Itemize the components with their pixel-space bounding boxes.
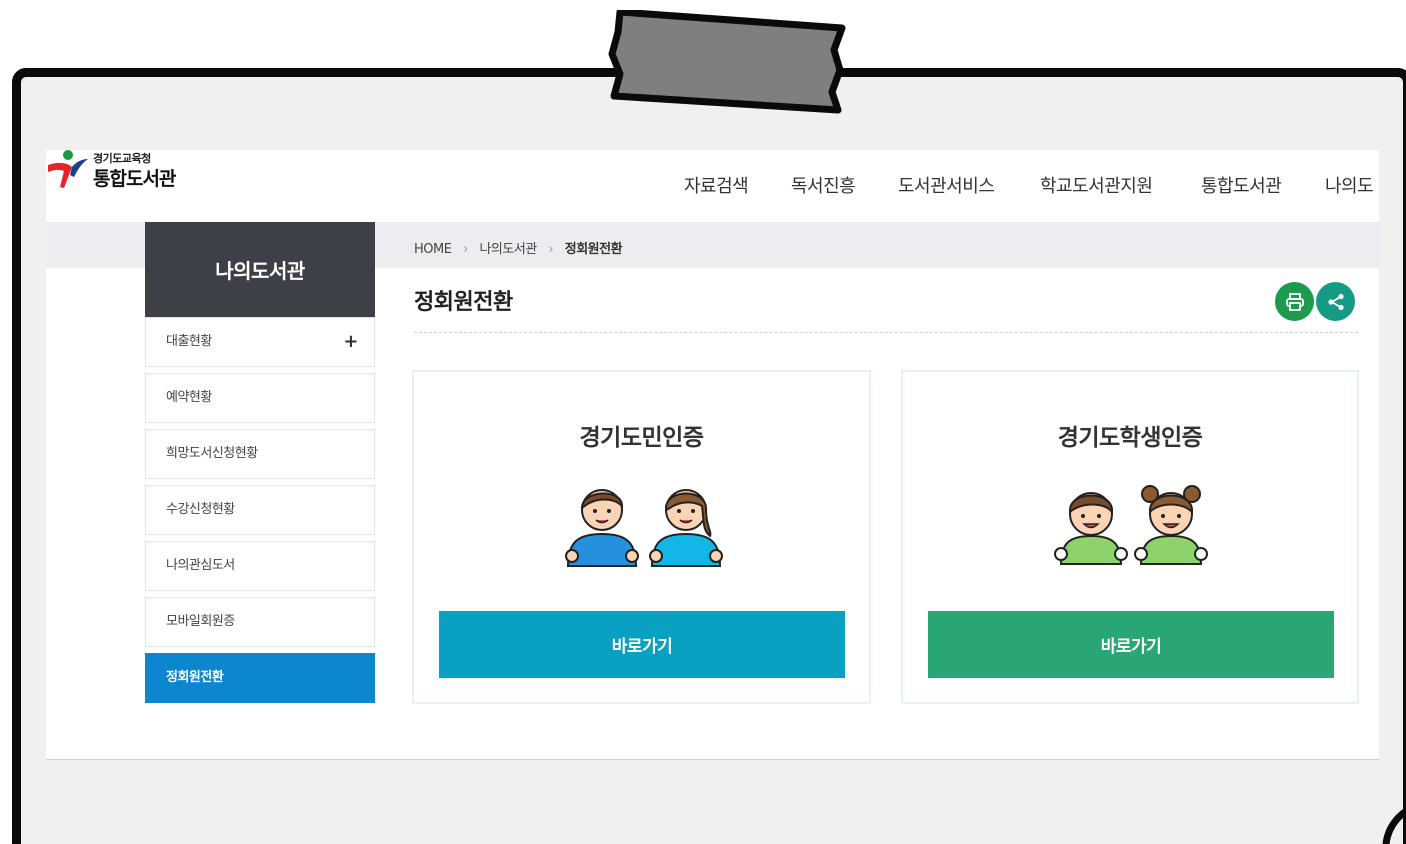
gyeonggi-logo-icon (48, 150, 88, 188)
sidebar-item-label: 정회원전환 (166, 670, 224, 685)
chevron-right-icon: › (463, 242, 468, 257)
sidebar-item-reservations[interactable]: 예약현황 (145, 373, 375, 423)
citizen-auth-go-button[interactable]: 바로가기 (439, 611, 845, 678)
students-icon (1054, 485, 1208, 565)
corner-curl-decoration (1382, 807, 1406, 844)
sidebar-item-label: 예약현황 (166, 390, 212, 405)
citizen-auth-card: 경기도민인증 바로가기 (412, 370, 871, 704)
share-button[interactable] (1316, 282, 1355, 321)
site-logo[interactable]: 경기도교육청 통합도서관 (46, 150, 196, 195)
adult-citizens-icon (565, 489, 723, 567)
sidebar-item-favorite-books[interactable]: 나의관심도서 (145, 541, 375, 591)
tape-decoration (608, 10, 846, 114)
student-auth-card: 경기도학생인증 바로가기 (901, 370, 1359, 704)
printer-icon (1285, 292, 1304, 311)
page-title: 정회원전환 (414, 290, 513, 315)
sidebar-title: 나의도서관 (145, 222, 375, 317)
sidebar-item-label: 나의관심도서 (166, 558, 235, 573)
title-divider (414, 332, 1358, 333)
card-title: 경기도민인증 (579, 425, 704, 451)
expand-plus-icon[interactable]: + (343, 318, 358, 366)
logo-site-name: 통합도서관 (93, 168, 176, 190)
breadcrumb-home[interactable]: HOME (414, 242, 452, 257)
breadcrumb-current: 정회원전환 (564, 242, 623, 257)
sidebar-item-book-requests[interactable]: 희망도서신청현황 (145, 429, 375, 479)
library-page: 경기도교육청 통합도서관 자료검색 독서진흥 도서관서비스 학교도서관지원 통합… (46, 150, 1379, 760)
breadcrumb-my-library[interactable]: 나의도서관 (479, 238, 537, 257)
nav-library-service[interactable]: 도서관서비스 (898, 172, 995, 198)
sidebar-item-loans[interactable]: 대출현황 + (145, 317, 375, 367)
nav-my-library[interactable]: 나의도 (1325, 172, 1374, 198)
sidebar-item-course-registrations[interactable]: 수강신청현황 (145, 485, 375, 535)
sidebar-item-label: 희망도서신청현황 (166, 446, 258, 461)
print-button[interactable] (1275, 282, 1314, 321)
sidebar-item-label: 대출현황 (166, 334, 212, 349)
share-icon (1327, 293, 1344, 310)
sidebar-item-label: 모바일회원증 (166, 614, 235, 629)
chevron-right-icon: › (548, 242, 554, 257)
nav-school-library[interactable]: 학교도서관지원 (1040, 172, 1153, 198)
nav-search[interactable]: 자료검색 (684, 172, 749, 198)
site-header: 경기도교육청 통합도서관 자료검색 독서진흥 도서관서비스 학교도서관지원 통합… (46, 150, 1379, 222)
student-auth-go-button[interactable]: 바로가기 (928, 611, 1334, 678)
nav-integrated-library[interactable]: 통합도서관 (1201, 172, 1282, 198)
sidebar-item-label: 수강신청현황 (166, 502, 235, 517)
nav-reading[interactable]: 독서진흥 (791, 172, 856, 198)
sidebar-item-member-conversion[interactable]: 정회원전환 (145, 653, 375, 703)
breadcrumb: HOME › 나의도서관 › 정회원전환 (414, 238, 623, 257)
sidebar-item-mobile-card[interactable]: 모바일회원증 (145, 597, 375, 647)
card-title: 경기도학생인증 (1057, 425, 1203, 451)
